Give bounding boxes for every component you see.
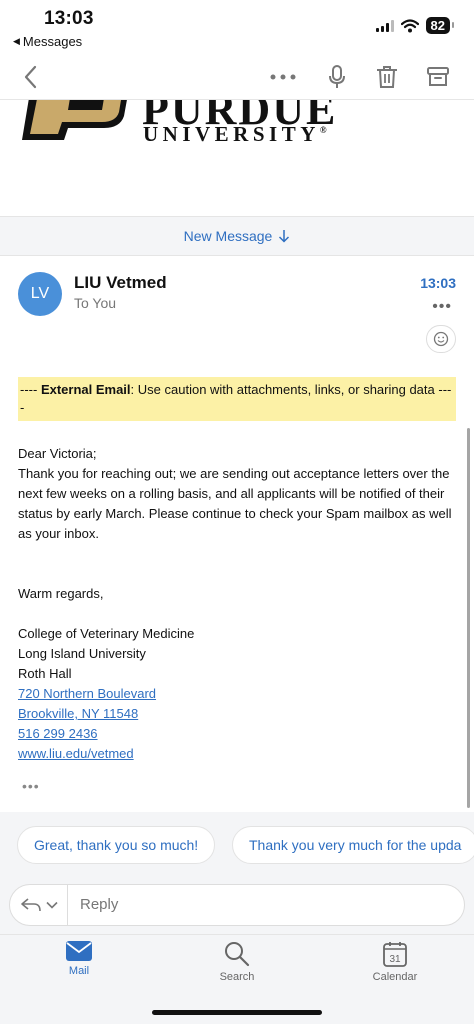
scrollbar[interactable] [467, 428, 470, 808]
delete-button[interactable] [370, 60, 404, 94]
microphone-icon [329, 65, 345, 88]
more-horizontal-icon [270, 74, 296, 80]
chevron-left-icon [24, 65, 37, 89]
mail-icon [66, 941, 92, 961]
reply-options-button[interactable] [10, 885, 68, 925]
sig-building: Roth Hall [18, 666, 72, 681]
trash-icon [377, 66, 397, 88]
back-app-label: Messages [22, 34, 83, 49]
wifi-icon [400, 18, 419, 32]
tab-search[interactable]: Search [197, 941, 277, 983]
status-icons: 82 [375, 17, 455, 34]
archive-button[interactable] [421, 60, 455, 94]
tab-calendar-label: Calendar [372, 971, 418, 983]
show-quoted-text-button[interactable]: ••• [22, 778, 40, 794]
reply-arrow-icon [20, 898, 41, 912]
calendar-icon: 31 [383, 942, 407, 967]
cellular-signal-icon [375, 19, 394, 32]
sig-university: Long Island University [18, 646, 146, 661]
email-toolbar [0, 52, 474, 100]
search-icon [225, 942, 250, 967]
tab-mail[interactable]: Mail [39, 941, 119, 977]
signature: Warm regards, College of Veterinary Medi… [18, 584, 194, 764]
body-paragraph: Thank you for reaching out; we are sendi… [18, 466, 452, 541]
sig-street-link[interactable]: 720 Northern Boulevard [18, 684, 194, 704]
tab-calendar[interactable]: 31 Calendar [355, 941, 435, 983]
greeting: Dear Victoria; [18, 446, 97, 461]
closing: Warm regards, [18, 586, 104, 601]
email-body: Dear Victoria; Thank you for reaching ou… [18, 444, 458, 544]
sender-name[interactable]: LIU Vetmed [74, 273, 167, 293]
sig-website-link[interactable]: www.liu.edu/vetmed [18, 744, 194, 764]
external-email-banner: ---- External Email: Use caution with at… [18, 377, 456, 421]
banner-bold: External Email [40, 382, 131, 397]
purdue-p-logo [22, 100, 127, 140]
tab-search-label: Search [219, 971, 255, 983]
more-actions-button[interactable] [266, 60, 300, 94]
calendar-day: 31 [389, 954, 401, 965]
battery-indicator: 82 [425, 17, 455, 34]
reaction-button[interactable] [426, 325, 456, 353]
back-triangle-icon: ◀ [13, 36, 20, 46]
message-more-button[interactable]: ••• [432, 298, 452, 316]
quick-replies: Great, thank you so much! Thank you very… [0, 812, 474, 878]
reply-bar: Reply [0, 878, 474, 934]
email-time: 13:03 [420, 275, 456, 291]
new-message-button[interactable]: New Message [0, 216, 474, 256]
new-message-label: New Message [183, 228, 273, 244]
reply-placeholder: Reply [80, 896, 119, 913]
sig-phone-link[interactable]: 516 299 2436 [18, 724, 194, 744]
archive-icon [427, 67, 449, 86]
sig-org: College of Veterinary Medicine [18, 626, 195, 641]
chevron-down-icon [45, 901, 58, 909]
dictate-button[interactable] [320, 60, 354, 94]
status-bar: 13:03 ◀ Messages 82 [0, 0, 474, 52]
home-indicator [152, 1010, 322, 1015]
arrow-down-icon [279, 230, 290, 243]
logo-wordmark-line2: UNIVERSITY® [143, 122, 327, 146]
tab-mail-label: Mail [68, 965, 90, 977]
quick-reply-chip[interactable]: Thank you very much for the upda [232, 826, 474, 864]
reply-input[interactable]: Reply [9, 884, 465, 926]
sig-city-link[interactable]: Brookville, NY 11548 [18, 704, 194, 724]
sender-avatar[interactable]: LV [18, 272, 62, 316]
email-header-image: PURDUE UNIVERSITY® [0, 100, 474, 216]
back-to-app-link[interactable]: ◀ Messages [13, 34, 82, 49]
status-time: 13:03 [44, 8, 94, 29]
recipient-line[interactable]: To You [74, 295, 116, 311]
smiley-icon [433, 331, 449, 347]
back-button[interactable] [14, 60, 48, 94]
quick-reply-chip[interactable]: Great, thank you so much! [17, 826, 216, 864]
